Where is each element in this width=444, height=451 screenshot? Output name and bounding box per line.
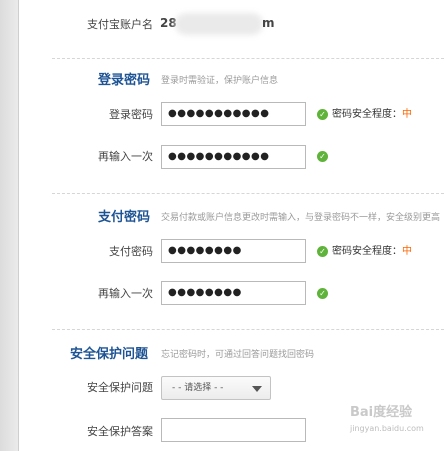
left-window-frame [0, 0, 19, 451]
strength-level: 中 [402, 246, 412, 257]
check-icon: ✓ [317, 288, 328, 299]
pay-password-strength: 密码安全程度：中 [332, 246, 412, 258]
section-divider [52, 193, 444, 194]
login-password-hint: 登录时需验证，保护账户信息 [161, 76, 279, 86]
pay-password-confirm-input[interactable]: ●●●●●●●● [161, 281, 306, 305]
check-icon: ✓ [317, 109, 328, 120]
chevron-down-icon [252, 386, 262, 392]
security-answer-label: 安全保护答案 [87, 425, 153, 438]
security-question-hint: 忘记密码时，可通过回答问题找回密码 [161, 350, 315, 360]
account-value-suffix: m [262, 16, 275, 30]
login-password-confirm-input[interactable]: ●●●●●●●●●●● [161, 145, 306, 169]
security-question-title: 安全保护问题 [70, 347, 149, 362]
login-password-input[interactable]: ●●●●●●●●●●● [161, 102, 306, 126]
security-answer-input[interactable] [161, 418, 306, 442]
pay-password-confirm-label: 再输入一次 [98, 287, 153, 300]
check-icon: ✓ [317, 246, 328, 257]
strength-label: 密码安全程度： [332, 109, 402, 120]
baidu-watermark: Bai度经验 jingyan.baidu.com [350, 405, 440, 445]
account-value-redaction [175, 13, 263, 35]
account-label: 支付宝账户名 [87, 18, 153, 31]
security-question-select-value: - - 请选择 - - [172, 383, 224, 393]
login-password-confirm-label: 再输入一次 [98, 150, 153, 163]
pay-password-input[interactable]: ●●●●●●●● [161, 239, 306, 263]
pay-password-hint: 交易付款或账户信息更改时需输入，与登录密码不一样，安全级别更高 [161, 213, 441, 223]
watermark-text: Bai度经验 [350, 405, 413, 420]
watermark-sub: jingyan.baidu.com [350, 424, 424, 433]
login-password-label: 登录密码 [109, 108, 153, 121]
login-password-title: 登录密码 [98, 73, 151, 88]
strength-label: 密码安全程度： [332, 246, 402, 257]
security-question-label: 安全保护问题 [87, 381, 153, 394]
strength-level: 中 [402, 109, 412, 120]
pay-password-title: 支付密码 [98, 210, 151, 225]
pay-password-label: 支付密码 [109, 245, 153, 258]
login-password-strength: 密码安全程度：中 [332, 109, 412, 121]
section-divider [52, 329, 444, 330]
check-icon: ✓ [317, 151, 328, 162]
section-divider [52, 58, 444, 59]
security-question-select[interactable]: - - 请选择 - - [161, 376, 271, 400]
